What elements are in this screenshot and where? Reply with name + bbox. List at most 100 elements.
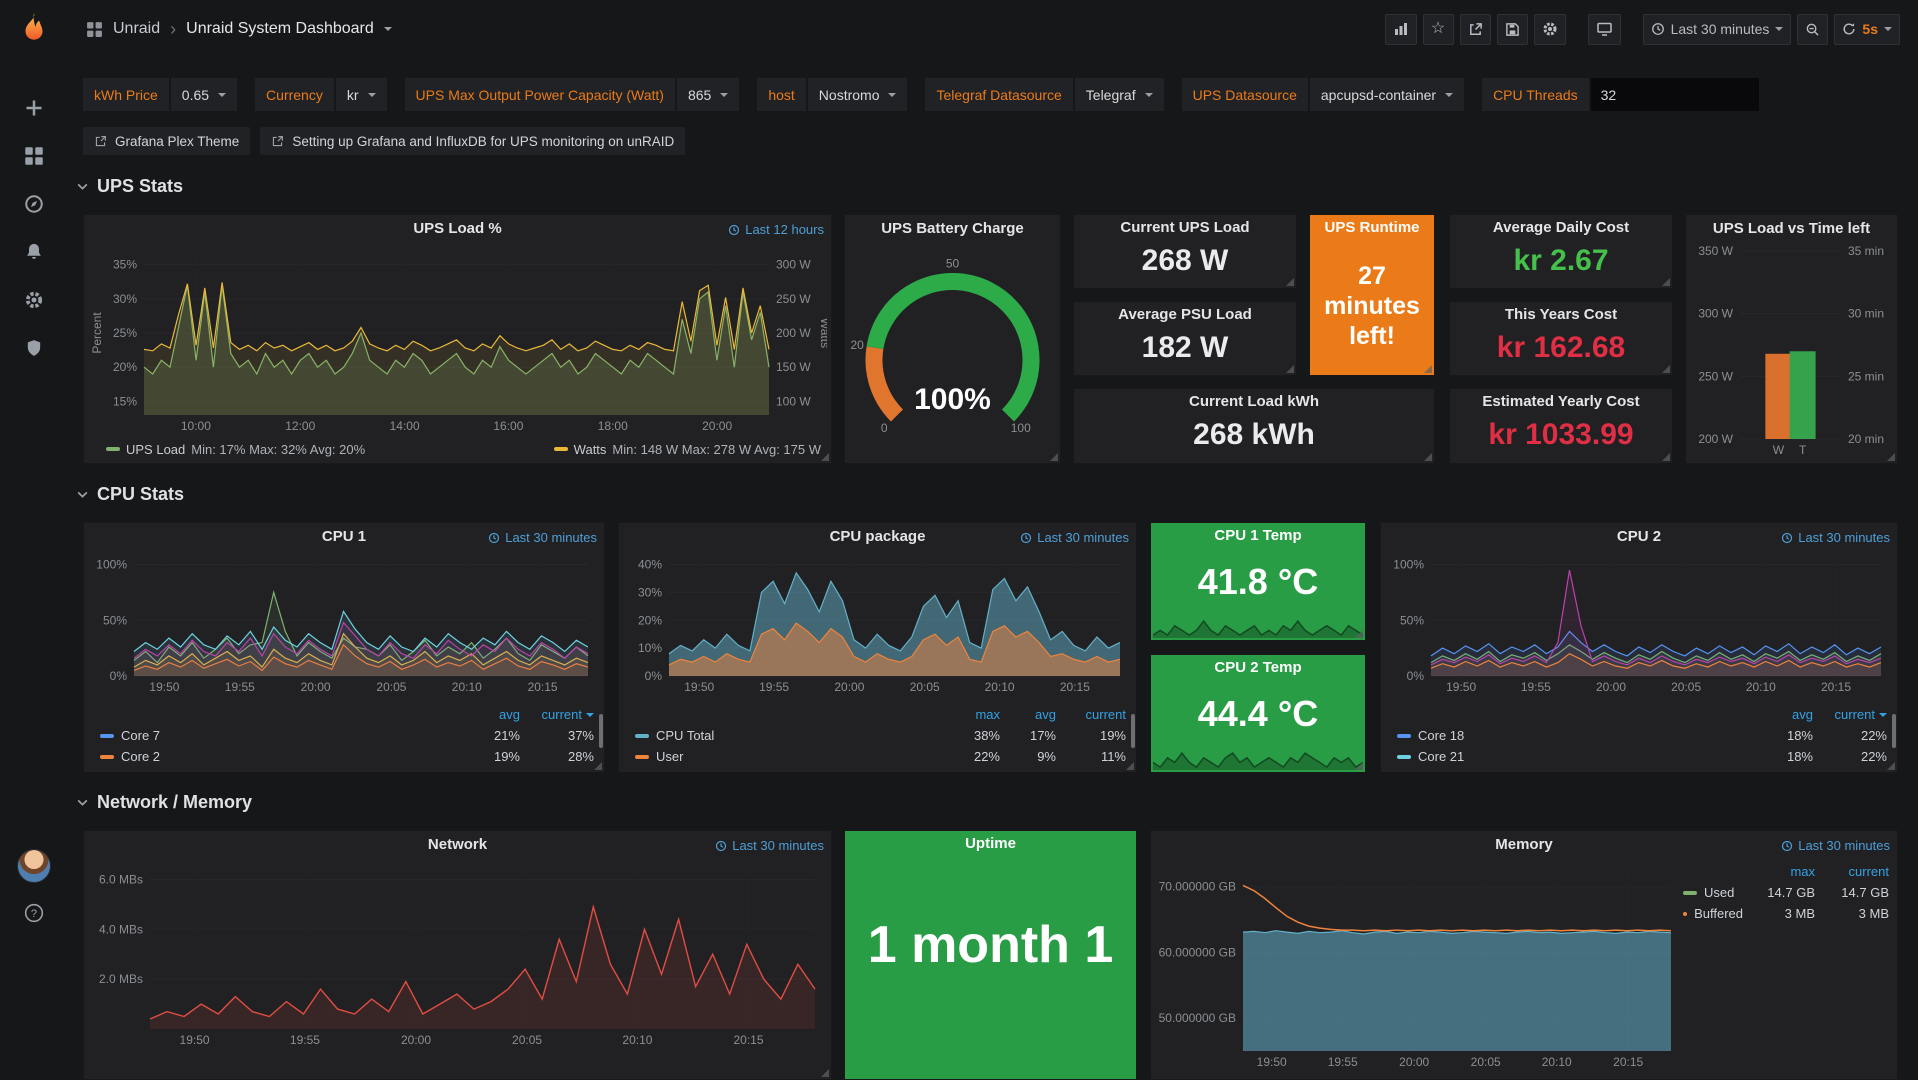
zoom-out-button[interactable]	[1797, 14, 1828, 45]
cpu-package-chart[interactable]: 0%10%20%30%40%19:5019:5520:0020:0520:102…	[623, 551, 1132, 696]
legend-row[interactable]: Core 2 19% 28%	[100, 746, 594, 767]
share-dashboard-button[interactable]	[1460, 14, 1491, 45]
legend-col-header[interactable]: max	[1743, 864, 1815, 879]
grafana-logo[interactable]	[0, 0, 68, 56]
variable-value-dropdown[interactable]: apcupsd-container	[1310, 78, 1464, 111]
resize-handle[interactable]	[1424, 453, 1432, 461]
resize-handle[interactable]	[1662, 365, 1670, 373]
legend-scrollbar[interactable]	[1892, 714, 1896, 748]
legend-row[interactable]: User 22% 9% 11%	[635, 746, 1126, 767]
legend-scrollbar[interactable]	[1131, 714, 1135, 748]
resize-handle[interactable]	[594, 762, 602, 770]
user-avatar[interactable]	[17, 849, 51, 883]
memory-chart[interactable]: 50.000000 GB60.000000 GB70.000000 GB19:5…	[1155, 859, 1681, 1071]
panel-time-override[interactable]: Last 12 hours	[728, 222, 824, 237]
panel-title[interactable]: UPS Load %	[84, 215, 831, 243]
legend-row[interactable]: Buffered 3 MB 3 MB	[1683, 903, 1889, 924]
legend-row[interactable]: CPU Total 38% 17% 19%	[635, 725, 1126, 746]
panel-time-override[interactable]: Last 30 minutes	[1781, 838, 1890, 853]
star-dashboard-button[interactable]: ☆	[1423, 14, 1454, 45]
legend-item[interactable]: Watts Min: 148 W Max: 278 W Avg: 175 W	[554, 442, 821, 457]
legend-row[interactable]: Core 18 18% 22%	[1397, 725, 1887, 746]
panel-title[interactable]: This Years Cost	[1450, 302, 1672, 326]
panel-title[interactable]: Current Load kWh	[1074, 389, 1434, 413]
sidebar-item-explore[interactable]	[0, 180, 68, 228]
panel-time-override[interactable]: Last 30 minutes	[715, 838, 824, 853]
panel-title[interactable]: CPU 1 Temp	[1151, 523, 1365, 547]
panel-title[interactable]: Average Daily Cost	[1450, 215, 1672, 239]
time-range-picker[interactable]: Last 30 minutes	[1643, 14, 1792, 45]
panel-time-override[interactable]: Last 30 minutes	[1781, 530, 1890, 545]
resize-handle[interactable]	[1424, 365, 1432, 373]
section-cpu-stats[interactable]: CPU Stats	[76, 484, 184, 505]
resize-handle[interactable]	[1887, 453, 1895, 461]
sidebar-item-configuration[interactable]	[0, 276, 68, 324]
caret-down-icon[interactable]	[1884, 27, 1892, 31]
panel-title[interactable]: UPS Battery Charge	[845, 215, 1060, 243]
link-grafana-plex-theme[interactable]: Grafana Plex Theme	[83, 127, 250, 155]
panel-title[interactable]: CPU 2 Temp	[1151, 655, 1365, 679]
sidebar-item-alerting[interactable]	[0, 228, 68, 276]
legend-col-header[interactable]: max	[944, 707, 1000, 722]
legend-scrollbar[interactable]	[599, 714, 603, 748]
panel-title[interactable]: Estimated Yearly Cost	[1450, 389, 1672, 413]
legend-col-header[interactable]: avg	[1751, 707, 1813, 722]
legend-col-header[interactable]: current	[1815, 864, 1889, 879]
save-dashboard-button[interactable]	[1497, 14, 1528, 45]
resize-handle[interactable]	[1286, 365, 1294, 373]
sidebar-item-server-admin[interactable]	[0, 324, 68, 372]
breadcrumb-folder[interactable]: Unraid	[113, 20, 160, 38]
cpu2-chart[interactable]: 0%50%100%19:5019:5520:0020:0520:1020:15	[1385, 551, 1893, 696]
refresh-button[interactable]: 5s	[1834, 14, 1900, 45]
variable-value-dropdown[interactable]: 865	[677, 78, 739, 111]
cpu1-chart[interactable]: 0%50%100%19:5019:5520:0020:0520:1020:15	[88, 551, 600, 696]
resize-handle[interactable]	[1286, 278, 1294, 286]
resize-handle[interactable]	[1050, 453, 1058, 461]
variable-value-dropdown[interactable]: 0.65	[171, 78, 237, 111]
resize-handle[interactable]	[1887, 762, 1895, 770]
variable-value-dropdown[interactable]: kr	[336, 78, 387, 111]
panel-title[interactable]: Current UPS Load	[1074, 215, 1296, 239]
dashboard-settings-button[interactable]	[1534, 14, 1566, 45]
resize-handle[interactable]	[1355, 762, 1363, 770]
resize-handle[interactable]	[1662, 278, 1670, 286]
legend-col-header-sorted[interactable]: current	[1813, 707, 1887, 722]
legend-col-header[interactable]: avg	[458, 707, 520, 722]
cycle-view-mode-button[interactable]	[1588, 14, 1621, 45]
legend-col-header[interactable]: current	[1056, 707, 1126, 722]
sidebar-item-dashboards[interactable]	[0, 132, 68, 180]
panel-title[interactable]: UPS Load vs Time left	[1686, 215, 1897, 243]
sidebar-item-create[interactable]	[0, 84, 68, 132]
legend-row[interactable]: Core 21 18% 22%	[1397, 746, 1887, 767]
resize-handle[interactable]	[1662, 453, 1670, 461]
variable-value-dropdown[interactable]: Telegraf	[1075, 78, 1164, 111]
ups-load-vs-time-chart[interactable]: 200 W250 W300 W350 W20 min25 min30 min35…	[1690, 243, 1893, 459]
variable-value-dropdown[interactable]: Nostromo	[808, 78, 908, 111]
panel-time-override[interactable]: Last 30 minutes	[488, 530, 597, 545]
add-panel-button[interactable]	[1385, 14, 1417, 45]
legend-col-header-sorted[interactable]: current	[520, 707, 594, 722]
refresh-interval-label[interactable]: 5s	[1862, 21, 1878, 37]
legend-row[interactable]: Core 7 21% 37%	[100, 725, 594, 746]
legend-col-header[interactable]: avg	[1000, 707, 1056, 722]
resize-handle[interactable]	[821, 453, 829, 461]
section-network-memory[interactable]: Network / Memory	[76, 792, 252, 813]
resize-handle[interactable]	[1355, 630, 1363, 638]
network-chart[interactable]: 2.0 MBs4.0 MBs6.0 MBs19:5019:5520:0020:0…	[88, 859, 827, 1049]
panel-ups-load-vs-time-left: UPS Load vs Time left 200 W250 W300 W350…	[1685, 214, 1898, 464]
panel-title[interactable]: Average PSU Load	[1074, 302, 1296, 326]
resize-handle[interactable]	[1126, 762, 1134, 770]
sidebar-item-help[interactable]: ?	[0, 889, 68, 937]
link-ups-monitoring-guide[interactable]: Setting up Grafana and InfluxDB for UPS …	[260, 127, 685, 155]
section-ups-stats[interactable]: UPS Stats	[76, 176, 183, 197]
legend-item[interactable]: UPS Load Min: 17% Max: 32% Avg: 20%	[106, 442, 554, 457]
caret-down-icon[interactable]	[384, 27, 392, 31]
dashboard-title[interactable]: Unraid System Dashboard	[186, 20, 374, 38]
panel-title[interactable]: Uptime	[845, 831, 1136, 855]
legend-row[interactable]: Used 14.7 GB 14.7 GB	[1683, 882, 1889, 903]
cpu-threads-input[interactable]	[1591, 78, 1759, 111]
panel-time-override[interactable]: Last 30 minutes	[1020, 530, 1129, 545]
panel-title[interactable]: UPS Runtime	[1310, 215, 1434, 239]
resize-handle[interactable]	[821, 1069, 829, 1077]
ups-load-chart[interactable]: 15%20%25%30%35%100 W150 W200 W250 W300 W…	[88, 243, 827, 435]
